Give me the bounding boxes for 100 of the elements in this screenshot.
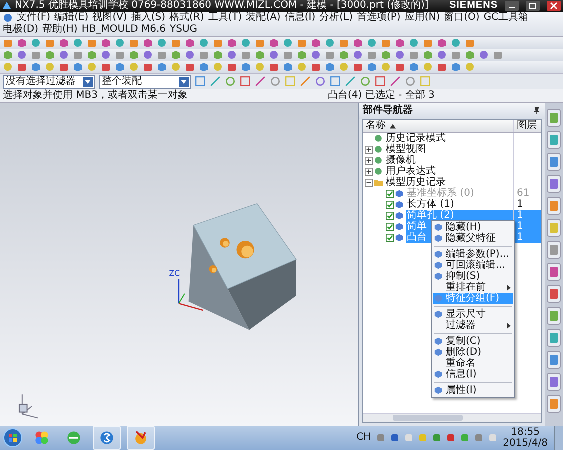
menu-item[interactable]: 分析(L)	[320, 12, 353, 24]
expander-icon[interactable]	[365, 146, 373, 154]
menu-item[interactable]: 工具(T)	[208, 12, 242, 24]
menu-item[interactable]: 视图(V)	[92, 12, 128, 24]
menu-item[interactable]: 首选项(P)	[356, 12, 401, 24]
tree-item[interactable]: 模型历史记录	[385, 177, 513, 188]
tree-item[interactable]: 历史记录模式	[385, 133, 513, 144]
minimize-button[interactable]	[505, 1, 519, 11]
submenu-arrow-icon	[507, 322, 511, 328]
scope-dropdown[interactable]: 整个装配	[99, 74, 191, 88]
close-button[interactable]	[547, 1, 561, 11]
menu-item[interactable]: 应用(N)	[404, 12, 440, 24]
resource-tab-icon[interactable]	[547, 307, 561, 325]
node-icon	[374, 134, 383, 143]
taskbar-app-icon[interactable]	[93, 426, 121, 450]
node-icon	[374, 167, 383, 176]
filter-dropdown[interactable]: 没有选择过滤器	[3, 74, 95, 88]
resource-tab-icon[interactable]	[547, 373, 561, 391]
menu-item[interactable]: 抑制(S)	[433, 271, 513, 282]
tool-icon[interactable]	[345, 76, 356, 87]
resource-tab-icon[interactable]	[547, 285, 561, 303]
resource-tab-icon[interactable]	[547, 109, 561, 127]
axis-label: ZC	[169, 269, 180, 278]
menu-item[interactable]: 过滤器	[433, 320, 513, 331]
prompt-text: 选择对象并使用 MB3，或者双击某一对象	[3, 89, 188, 102]
resource-tab-icon[interactable]	[547, 241, 561, 259]
show-desktop-button[interactable]	[554, 426, 563, 450]
tool-icon[interactable]	[300, 76, 311, 87]
menu-item[interactable]: 格式(R)	[170, 12, 204, 24]
resource-tab-icon[interactable]	[547, 329, 561, 347]
tool-icon[interactable]	[405, 76, 416, 87]
tool-icon[interactable]	[210, 76, 221, 87]
resource-tab-icon[interactable]	[547, 395, 561, 413]
menu-item[interactable]: 信息(I)	[433, 369, 513, 380]
menu-item[interactable]: 电极(D)	[3, 24, 39, 36]
menu-item[interactable]: GC工具箱	[484, 12, 529, 24]
menu-item[interactable]: 装配(A)	[246, 12, 281, 24]
resource-tab-icon[interactable]	[547, 153, 561, 171]
menu-item[interactable]: 文件(F)	[17, 12, 51, 24]
tool-icon[interactable]	[330, 76, 341, 87]
tool-icon[interactable]	[390, 76, 401, 87]
checkbox[interactable]	[386, 234, 394, 242]
node-icon	[374, 145, 383, 154]
expander-icon[interactable]	[365, 178, 373, 186]
menu-item[interactable]: 显示尺寸	[433, 309, 513, 320]
tree-item[interactable]: 摄像机	[385, 155, 513, 166]
resource-tab-icon[interactable]	[547, 131, 561, 149]
tool-icon[interactable]	[315, 76, 326, 87]
menu-item[interactable]: 复制(C)	[433, 336, 513, 347]
brand-name: SIEMENS	[449, 0, 498, 12]
tool-icon[interactable]	[195, 76, 206, 87]
resource-tab-icon[interactable]	[547, 351, 561, 369]
tool-icon[interactable]	[225, 76, 236, 87]
expander-icon[interactable]	[365, 168, 373, 176]
checkbox[interactable]	[386, 212, 394, 220]
dropdown-arrow-icon	[83, 76, 93, 86]
menu-item[interactable]: YSUG	[170, 24, 198, 36]
folder-icon	[374, 178, 383, 187]
column-header[interactable]: 名称	[363, 120, 513, 132]
menu-item[interactable]: 隐藏父特征	[433, 233, 513, 244]
resource-tab-icon[interactable]	[547, 175, 561, 193]
column-header[interactable]: 图层	[513, 120, 541, 132]
scrollbar[interactable]	[363, 413, 541, 422]
menu-item[interactable]: 编辑(E)	[54, 12, 89, 24]
language-indicator[interactable]: CH	[356, 432, 372, 444]
tool-icon[interactable]	[255, 76, 266, 87]
checkbox[interactable]	[386, 200, 394, 208]
tool-icon[interactable]	[360, 76, 371, 87]
menu-item[interactable]: 编辑参数(P)...	[433, 249, 513, 260]
resource-tab-icon[interactable]	[547, 197, 561, 215]
clock[interactable]: 18:55 2015/4/8	[503, 427, 548, 449]
tool-icon[interactable]	[375, 76, 386, 87]
menu-item[interactable]: 帮助(H)	[42, 24, 78, 36]
menu-item[interactable]: 插入(S)	[131, 12, 166, 24]
restore-button[interactable]	[526, 1, 540, 11]
dropdown-arrow-icon	[179, 76, 189, 86]
resource-tab-icon[interactable]	[547, 219, 561, 237]
start-button[interactable]	[3, 428, 23, 448]
menu-item[interactable]: 重排在前	[433, 282, 513, 293]
submenu-arrow-icon	[507, 284, 511, 290]
menu-item[interactable]: 删除(D)	[433, 347, 513, 358]
menu-item[interactable]: 隐藏(H)	[433, 222, 513, 233]
panel-title: 部件导航器	[363, 105, 413, 117]
tool-icon[interactable]	[270, 76, 281, 87]
tool-icon[interactable]	[240, 76, 251, 87]
tree-item[interactable]: 用户表达式	[385, 166, 513, 177]
pin-icon[interactable]	[533, 107, 541, 115]
resource-tab-icon[interactable]	[547, 263, 561, 281]
axis-drawing	[178, 279, 204, 312]
menu-item[interactable]: 重命名	[433, 358, 513, 369]
expander-icon[interactable]	[365, 156, 373, 164]
menu-item[interactable]: HB_MOULD M6.6	[82, 24, 166, 36]
checkbox[interactable]	[386, 222, 394, 230]
menu-item[interactable]: 属性(I)	[433, 385, 513, 396]
tree-item[interactable]: 模型视图	[385, 144, 513, 155]
menu-item[interactable]: 可回滚编辑...	[433, 260, 513, 271]
menu-item[interactable]: 窗口(O)	[444, 12, 480, 24]
menu-item[interactable]: 信息(I)	[284, 12, 316, 24]
taskbar-app-icon[interactable]	[127, 426, 155, 450]
tree-item[interactable]: 长方体 (1)	[406, 199, 513, 210]
